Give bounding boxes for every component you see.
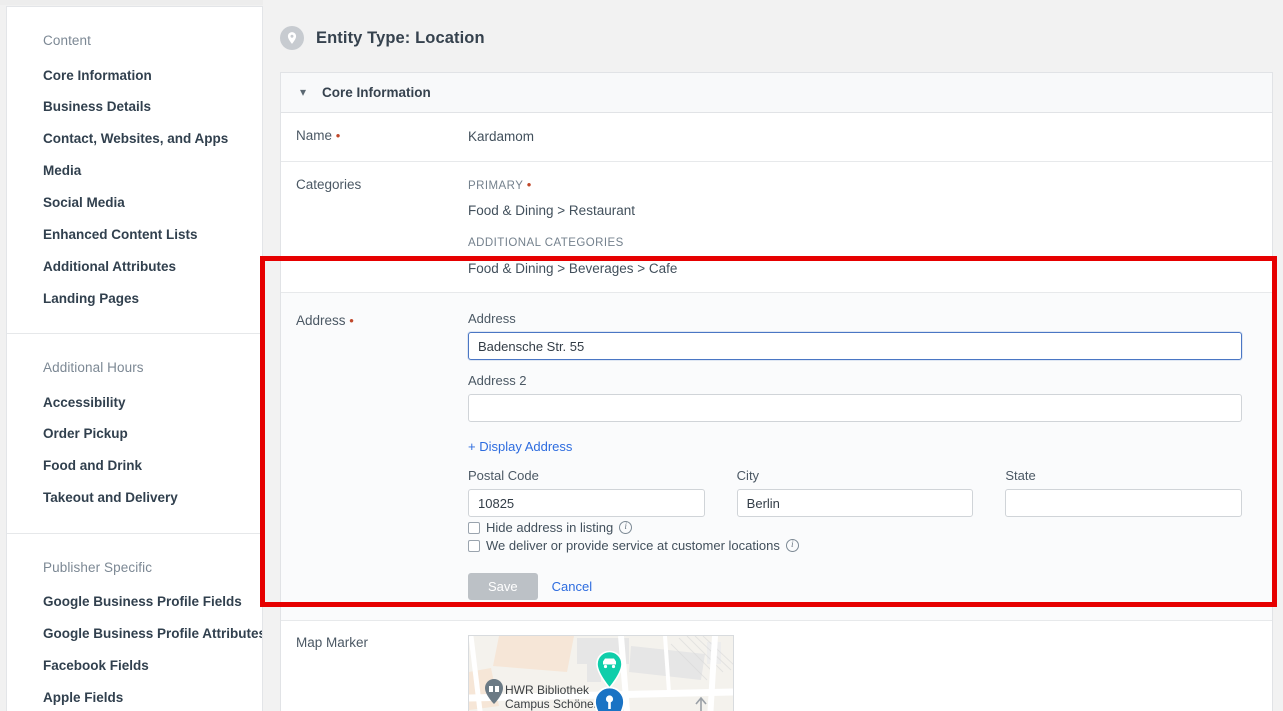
label-text: Address xyxy=(296,313,346,329)
hide-address-label: Hide address in listing xyxy=(486,520,614,536)
postal-city-state-row: Postal Code City State xyxy=(468,468,1243,518)
sidebar-item-accessibility[interactable]: Accessibility xyxy=(7,387,262,419)
field-label-name: Name • xyxy=(281,127,468,147)
cancel-button[interactable]: Cancel xyxy=(552,579,592,594)
city-field-block: City xyxy=(736,468,974,518)
sidebar-group-title: Additional Hours xyxy=(43,360,144,375)
deliver-service-checkbox[interactable] xyxy=(468,539,480,552)
sidebar-item-facebook-fields[interactable]: Facebook Fields xyxy=(7,650,262,682)
field-label-map-marker: Map Marker xyxy=(296,635,369,651)
primary-heading-text: PRIMARY xyxy=(468,179,524,192)
state-input[interactable] xyxy=(1005,489,1243,518)
core-information-card: ▾ Core Information Name • Kardamom Categ… xyxy=(280,72,1273,711)
state-field-block: State xyxy=(1005,468,1243,518)
hide-address-checkbox[interactable] xyxy=(468,521,480,534)
editor-action-row: Save Cancel xyxy=(468,573,1242,601)
page-title: Entity Type: Location xyxy=(316,28,485,47)
address2-field-block: Address 2 xyxy=(468,373,1242,423)
city-label: City xyxy=(736,468,760,484)
primary-category-heading: PRIMARY • xyxy=(468,176,1252,195)
postal-code-field-block: Postal Code xyxy=(468,468,705,518)
info-icon[interactable]: i xyxy=(785,539,799,553)
sidebar-item-media[interactable]: Media xyxy=(7,156,262,188)
field-row-map-marker: Map Marker HWR Bibliothek Campus Schöneb… xyxy=(281,621,1272,711)
sidebar: Content Core Information Business Detail… xyxy=(6,6,263,711)
additional-categories-heading: ADDITIONAL CATEGORIES xyxy=(468,236,624,249)
sidebar-item-food-and-drink[interactable]: Food and Drink xyxy=(7,451,262,483)
sidebar-item-contact-websites-apps[interactable]: Contact, Websites, and Apps xyxy=(7,124,262,156)
sidebar-group-title: Content xyxy=(43,33,91,48)
sidebar-group-content: Content Core Information Business Detail… xyxy=(7,7,262,333)
location-pin-marker-icon xyxy=(594,686,625,711)
field-value-categories: PRIMARY • Food & Dining > Restaurant ADD… xyxy=(468,176,1272,279)
address-field-block: Address xyxy=(468,311,1242,361)
field-row-address-editor: Address • Address Address 2 + Display Ad… xyxy=(281,293,1272,622)
hide-address-checkbox-row: Hide address in listing i xyxy=(468,520,1242,535)
sidebar-item-google-business-profile-attributes[interactable]: Google Business Profile Attributes xyxy=(7,618,262,650)
main-content: Entity Type: Location ▾ Core Information… xyxy=(263,0,1283,711)
section-title: Core Information xyxy=(322,85,431,100)
address-input-label: Address xyxy=(468,311,516,327)
svg-text:HWR Bibliothek: HWR Bibliothek xyxy=(505,683,590,697)
sidebar-item-core-information[interactable]: Core Information xyxy=(7,60,262,92)
field-row-name: Name • Kardamom xyxy=(281,113,1272,162)
state-label: State xyxy=(1005,468,1036,484)
info-icon[interactable]: i xyxy=(619,521,633,535)
field-value-name[interactable]: Kardamom xyxy=(468,127,1272,147)
sidebar-group-title: Publisher Specific xyxy=(43,559,153,575)
additional-category-value[interactable]: Food & Dining > Beverages > Cafe xyxy=(468,259,1252,279)
required-marker: • xyxy=(335,128,341,143)
sidebar-item-google-business-profile-fields[interactable]: Google Business Profile Fields xyxy=(7,587,262,619)
required-marker: • xyxy=(349,313,354,329)
sidebar-item-landing-pages[interactable]: Landing Pages xyxy=(7,283,262,315)
field-row-categories: Categories PRIMARY • Food & Dining > Res… xyxy=(281,161,1272,294)
address2-input[interactable] xyxy=(468,394,1242,423)
sidebar-item-takeout-and-delivery[interactable]: Takeout and Delivery xyxy=(7,483,262,515)
page-header: Entity Type: Location xyxy=(263,0,1283,50)
section-header-core-information[interactable]: ▾ Core Information xyxy=(281,73,1272,113)
sidebar-item-additional-attributes[interactable]: Additional Attributes xyxy=(7,251,262,283)
map-image: HWR Bibliothek Campus Schöneberg xyxy=(469,636,733,711)
deliver-service-label: We deliver or provide service at custome… xyxy=(486,538,780,554)
address2-input-label: Address 2 xyxy=(468,373,527,389)
sidebar-group-publisher-specific: Publisher Specific Google Business Profi… xyxy=(7,532,262,711)
sidebar-item-social-media[interactable]: Social Media xyxy=(7,188,262,220)
map-preview[interactable]: HWR Bibliothek Campus Schöneberg xyxy=(468,635,734,711)
chevron-down-icon[interactable]: ▾ xyxy=(300,86,306,98)
sidebar-group-additional-hours: Additional Hours Accessibility Order Pic… xyxy=(7,333,262,533)
sidebar-item-apple-fields[interactable]: Apple Fields xyxy=(7,682,262,711)
address-input[interactable] xyxy=(468,332,1242,361)
sidebar-item-business-details[interactable]: Business Details xyxy=(7,92,262,124)
sidebar-item-enhanced-content-lists[interactable]: Enhanced Content Lists xyxy=(7,219,262,251)
app-root: Content Core Information Business Detail… xyxy=(0,0,1283,711)
location-pin-icon xyxy=(280,26,304,50)
required-marker: • xyxy=(526,176,532,192)
city-input[interactable] xyxy=(736,489,974,518)
display-address-link[interactable]: + Display Address xyxy=(468,439,572,454)
sidebar-item-order-pickup[interactable]: Order Pickup xyxy=(7,419,262,451)
field-label-address: Address • xyxy=(281,311,468,600)
deliver-service-checkbox-row: We deliver or provide service at custome… xyxy=(468,538,1242,553)
address-editor-body: Address Address 2 + Display Address Post… xyxy=(468,311,1272,601)
save-button[interactable]: Save xyxy=(468,573,538,601)
label-text: Name xyxy=(296,128,333,143)
field-label-categories: Categories xyxy=(296,176,362,192)
postal-code-input[interactable] xyxy=(468,489,705,518)
primary-category-value[interactable]: Food & Dining > Restaurant xyxy=(468,201,1252,221)
postal-code-label: Postal Code xyxy=(468,468,539,484)
